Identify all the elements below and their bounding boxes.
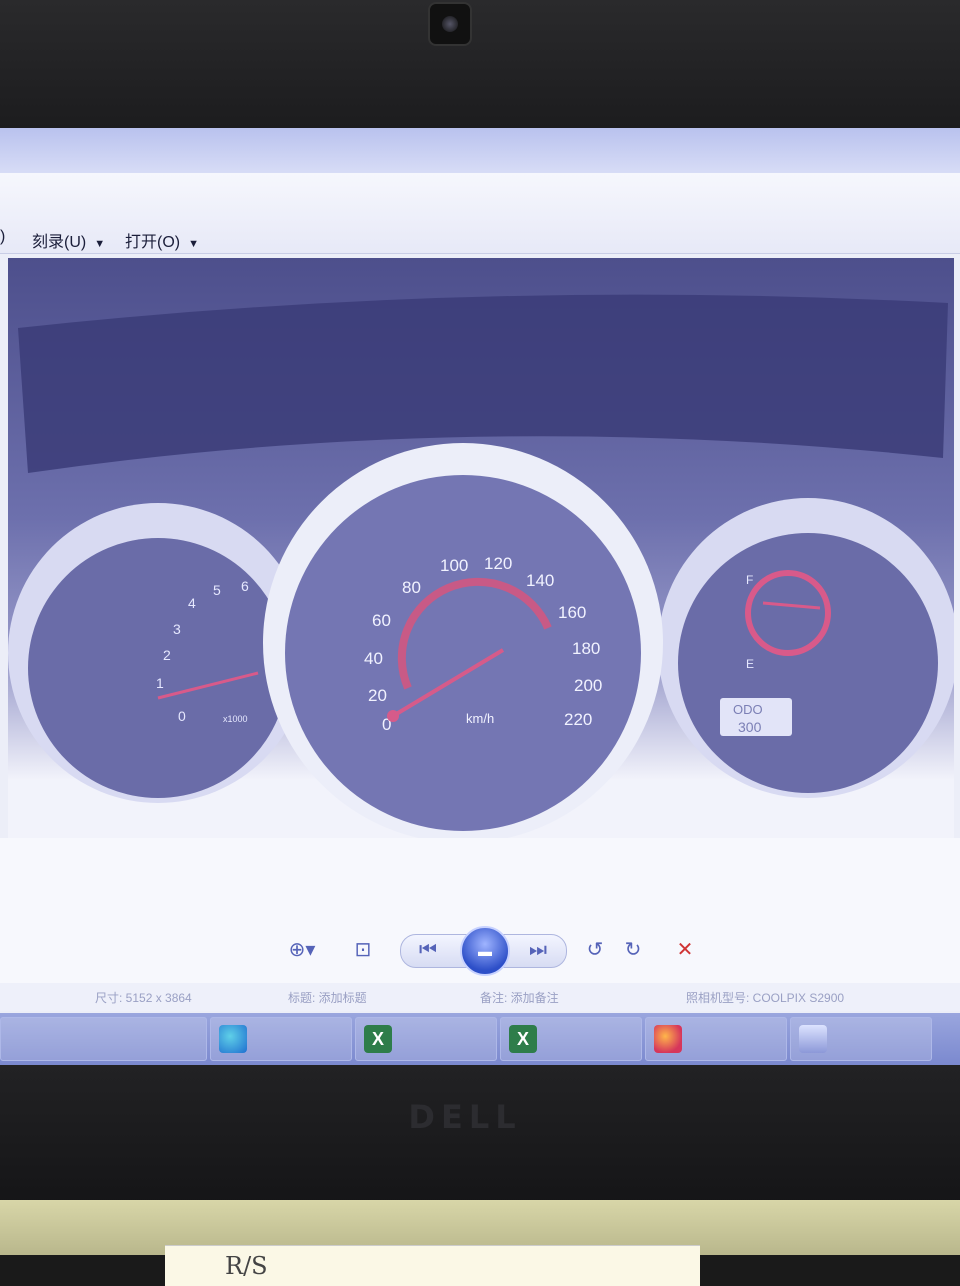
tachometer-face (28, 538, 288, 798)
dashboard-photo: 0 1 2 3 4 5 6 x1000 F E ODO 300 0 20 40 … (8, 294, 954, 838)
speed-tick: 120 (484, 554, 512, 573)
slideshow-icon[interactable]: ▬ (460, 926, 510, 976)
taskbar-item-excel-1[interactable]: X (355, 1017, 497, 1061)
speed-unit: km/h (466, 711, 494, 726)
tach-tick: 6 (241, 578, 249, 594)
actual-size-icon[interactable]: ⊡ (345, 932, 381, 968)
status-bar: 尺寸: 5152 x 3864 标题: 添加标题 备注: 添加备注 照相机型号:… (0, 983, 960, 1011)
viewer-controls: ⊕▾ ⊡ ⏮ ▬ ⏭ ↺ ↻ ✕ (270, 926, 720, 976)
menu-item-open[interactable]: 打开(O) ▼ (125, 228, 199, 252)
tach-tick: 3 (173, 621, 181, 637)
menu-item-burn[interactable]: 刻录(U) ▼ (32, 228, 105, 252)
status-comment[interactable]: 备注: 添加备注 (480, 989, 559, 1006)
taskbar-item-photos[interactable] (790, 1017, 932, 1061)
dropdown-arrow-icon: ▼ (188, 238, 199, 250)
tach-tick: 4 (188, 595, 196, 611)
speed-tick: 40 (364, 649, 383, 668)
taskbar-item-firefox[interactable] (645, 1017, 787, 1061)
window-titlebar (0, 128, 960, 173)
speed-tick: 100 (440, 556, 468, 575)
rotate-cw-icon[interactable]: ↻ (618, 932, 648, 968)
right-gauge-face (678, 533, 938, 793)
taskbar: X X (0, 1013, 960, 1065)
next-icon[interactable]: ⏭ (520, 932, 556, 968)
speed-tick: 140 (526, 571, 554, 590)
photo-display: 0 1 2 3 4 5 6 x1000 F E ODO 300 0 20 40 … (8, 258, 954, 838)
zoom-icon[interactable]: ⊕▾ (282, 932, 322, 968)
photos-icon (799, 1025, 827, 1053)
speed-tick: 80 (402, 578, 421, 597)
excel-icon: X (364, 1025, 392, 1053)
speed-needle-hub (387, 710, 399, 722)
status-dimensions: 尺寸: 5152 x 3864 (95, 991, 192, 1005)
tach-unit: x1000 (223, 714, 248, 724)
fuel-mark-f: F (746, 573, 753, 587)
odometer-line1: ODO (733, 702, 763, 717)
laptop-bezel-top (0, 0, 960, 130)
fuel-mark-e: E (746, 657, 754, 671)
speed-tick: 200 (574, 676, 602, 695)
tach-tick: 1 (156, 675, 164, 691)
taskbar-item-excel-2[interactable]: X (500, 1017, 642, 1061)
status-camera: 照相机型号: COOLPIX S2900 (686, 991, 845, 1005)
paper-note-text: R/S (225, 1252, 268, 1280)
menu-item-label: 打开(O) (125, 234, 181, 251)
dropdown-arrow-icon: ▼ (94, 238, 106, 250)
menu-item-partial[interactable]: ) (0, 228, 5, 246)
menu-item-label: 刻录(U) (32, 234, 87, 251)
speed-tick: 60 (372, 611, 391, 630)
speed-tick: 20 (368, 686, 387, 705)
delete-icon[interactable]: ✕ (670, 932, 700, 968)
tach-tick: 0 (178, 708, 186, 724)
webcam (428, 2, 472, 46)
laptop-bezel-bottom (0, 1065, 960, 1215)
taskbar-item-1[interactable] (0, 1017, 207, 1061)
rotate-ccw-icon[interactable]: ↺ (580, 932, 610, 968)
speed-tick: 160 (558, 603, 586, 622)
odometer-line2: 300 (738, 719, 762, 735)
previous-icon[interactable]: ⏮ (410, 932, 446, 968)
excel-icon: X (509, 1025, 537, 1053)
firefox-icon (654, 1025, 682, 1053)
edge-icon (219, 1025, 247, 1053)
status-title[interactable]: 标题: 添加标题 (288, 989, 367, 1006)
menu-item-label: ) (0, 228, 6, 245)
taskbar-item-edge[interactable] (210, 1017, 352, 1061)
screen: ) 刻录(U) ▼ 打开(O) ▼ 0 1 2 3 4 5 6 x1000 F … (0, 128, 960, 1065)
menu-bar: ) 刻录(U) ▼ 打开(O) ▼ (0, 173, 960, 254)
tach-tick: 2 (163, 647, 171, 663)
tach-tick: 5 (213, 582, 221, 598)
dell-logo: DELL (408, 1098, 522, 1136)
speed-tick: 220 (564, 710, 592, 729)
speed-tick: 180 (572, 639, 600, 658)
